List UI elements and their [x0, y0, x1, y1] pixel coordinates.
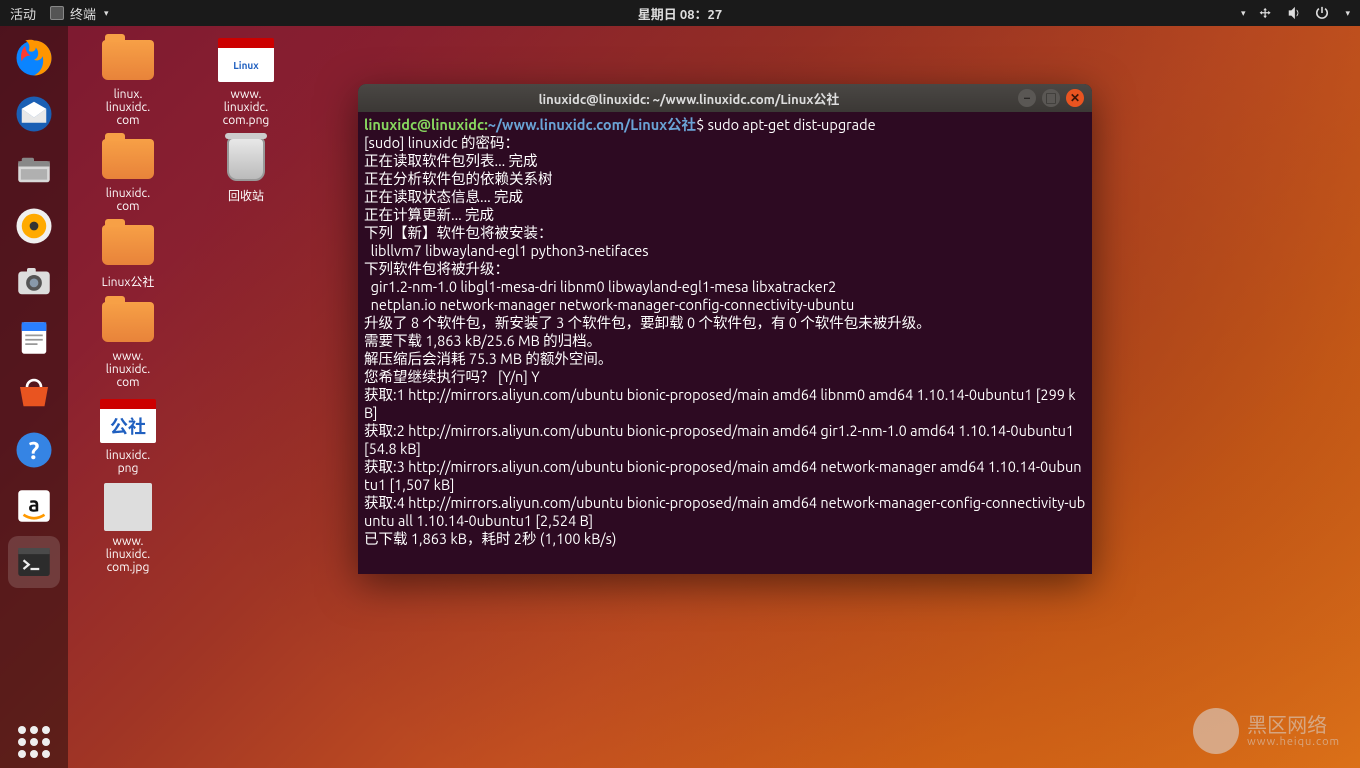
- clock[interactable]: 星期日 08：27: [638, 4, 722, 23]
- titlebar[interactable]: linuxidc@linuxidc: ~/www.linuxidc.com/Li…: [358, 84, 1092, 112]
- network-icon: [1259, 6, 1273, 20]
- desktop-icons-col2: Linuxwww. linuxidc. com.png 回收站: [196, 34, 296, 210]
- terminal-output: [sudo] linuxidc 的密码： 正在读取软件包列表... 完成 正在分…: [364, 134, 1085, 547]
- dock: ? a: [0, 26, 68, 768]
- desktop-folder[interactable]: Linux公社: [78, 219, 178, 290]
- trash[interactable]: 回收站: [196, 133, 296, 204]
- desktop-folder[interactable]: www. linuxidc. com: [78, 296, 178, 389]
- desktop-image[interactable]: Linuxwww. linuxidc. com.png: [196, 34, 296, 127]
- dock-software[interactable]: [8, 368, 60, 420]
- power-icon: [1315, 6, 1329, 20]
- desktop-image[interactable]: 公社linuxidc. png: [78, 395, 178, 475]
- dock-amazon[interactable]: a: [8, 480, 60, 532]
- window-title: linuxidc@linuxidc: ~/www.linuxidc.com/Li…: [366, 89, 1012, 108]
- chevron-down-icon: ▾: [104, 8, 109, 19]
- close-button[interactable]: ✕: [1066, 89, 1084, 107]
- app-menu[interactable]: 终端 ▾: [50, 4, 109, 23]
- maximize-button[interactable]: □: [1042, 89, 1060, 107]
- dock-firefox[interactable]: [8, 32, 60, 84]
- chevron-down-icon: ▾: [1241, 8, 1246, 19]
- dock-writer[interactable]: [8, 312, 60, 364]
- svg-text:a: a: [28, 491, 39, 515]
- system-menu[interactable]: ▾ ▾: [1239, 6, 1350, 20]
- terminal-icon: [50, 6, 64, 20]
- show-applications[interactable]: [8, 716, 60, 768]
- dock-files[interactable]: [8, 144, 60, 196]
- terminal-window: linuxidc@linuxidc: ~/www.linuxidc.com/Li…: [358, 84, 1092, 574]
- terminal-body[interactable]: linuxidc@linuxidc:~/www.linuxidc.com/Lin…: [358, 112, 1092, 552]
- desktop-icons-col1: linux. linuxidc. com linuxidc. com Linux…: [78, 34, 178, 580]
- dock-thunderbird[interactable]: [8, 88, 60, 140]
- mushroom-icon: [1193, 708, 1239, 754]
- watermark: 黑区网络www.heiqu.com: [1193, 708, 1340, 754]
- desktop-folder[interactable]: linuxidc. com: [78, 133, 178, 213]
- dock-rhythmbox[interactable]: [8, 200, 60, 252]
- dock-terminal[interactable]: [8, 536, 60, 588]
- minimize-button[interactable]: –: [1018, 89, 1036, 107]
- activities-button[interactable]: 活动: [10, 4, 36, 23]
- dock-photos[interactable]: [8, 256, 60, 308]
- top-bar: 活动 终端 ▾ 星期日 08：27 ▾ ▾: [0, 0, 1360, 26]
- dock-help[interactable]: ?: [8, 424, 60, 476]
- svg-text:?: ?: [29, 436, 40, 464]
- desktop-image[interactable]: www. linuxidc. com.jpg: [78, 481, 178, 574]
- volume-icon: [1287, 6, 1301, 20]
- desktop-folder[interactable]: linux. linuxidc. com: [78, 34, 178, 127]
- chevron-down-icon: ▾: [1345, 8, 1350, 19]
